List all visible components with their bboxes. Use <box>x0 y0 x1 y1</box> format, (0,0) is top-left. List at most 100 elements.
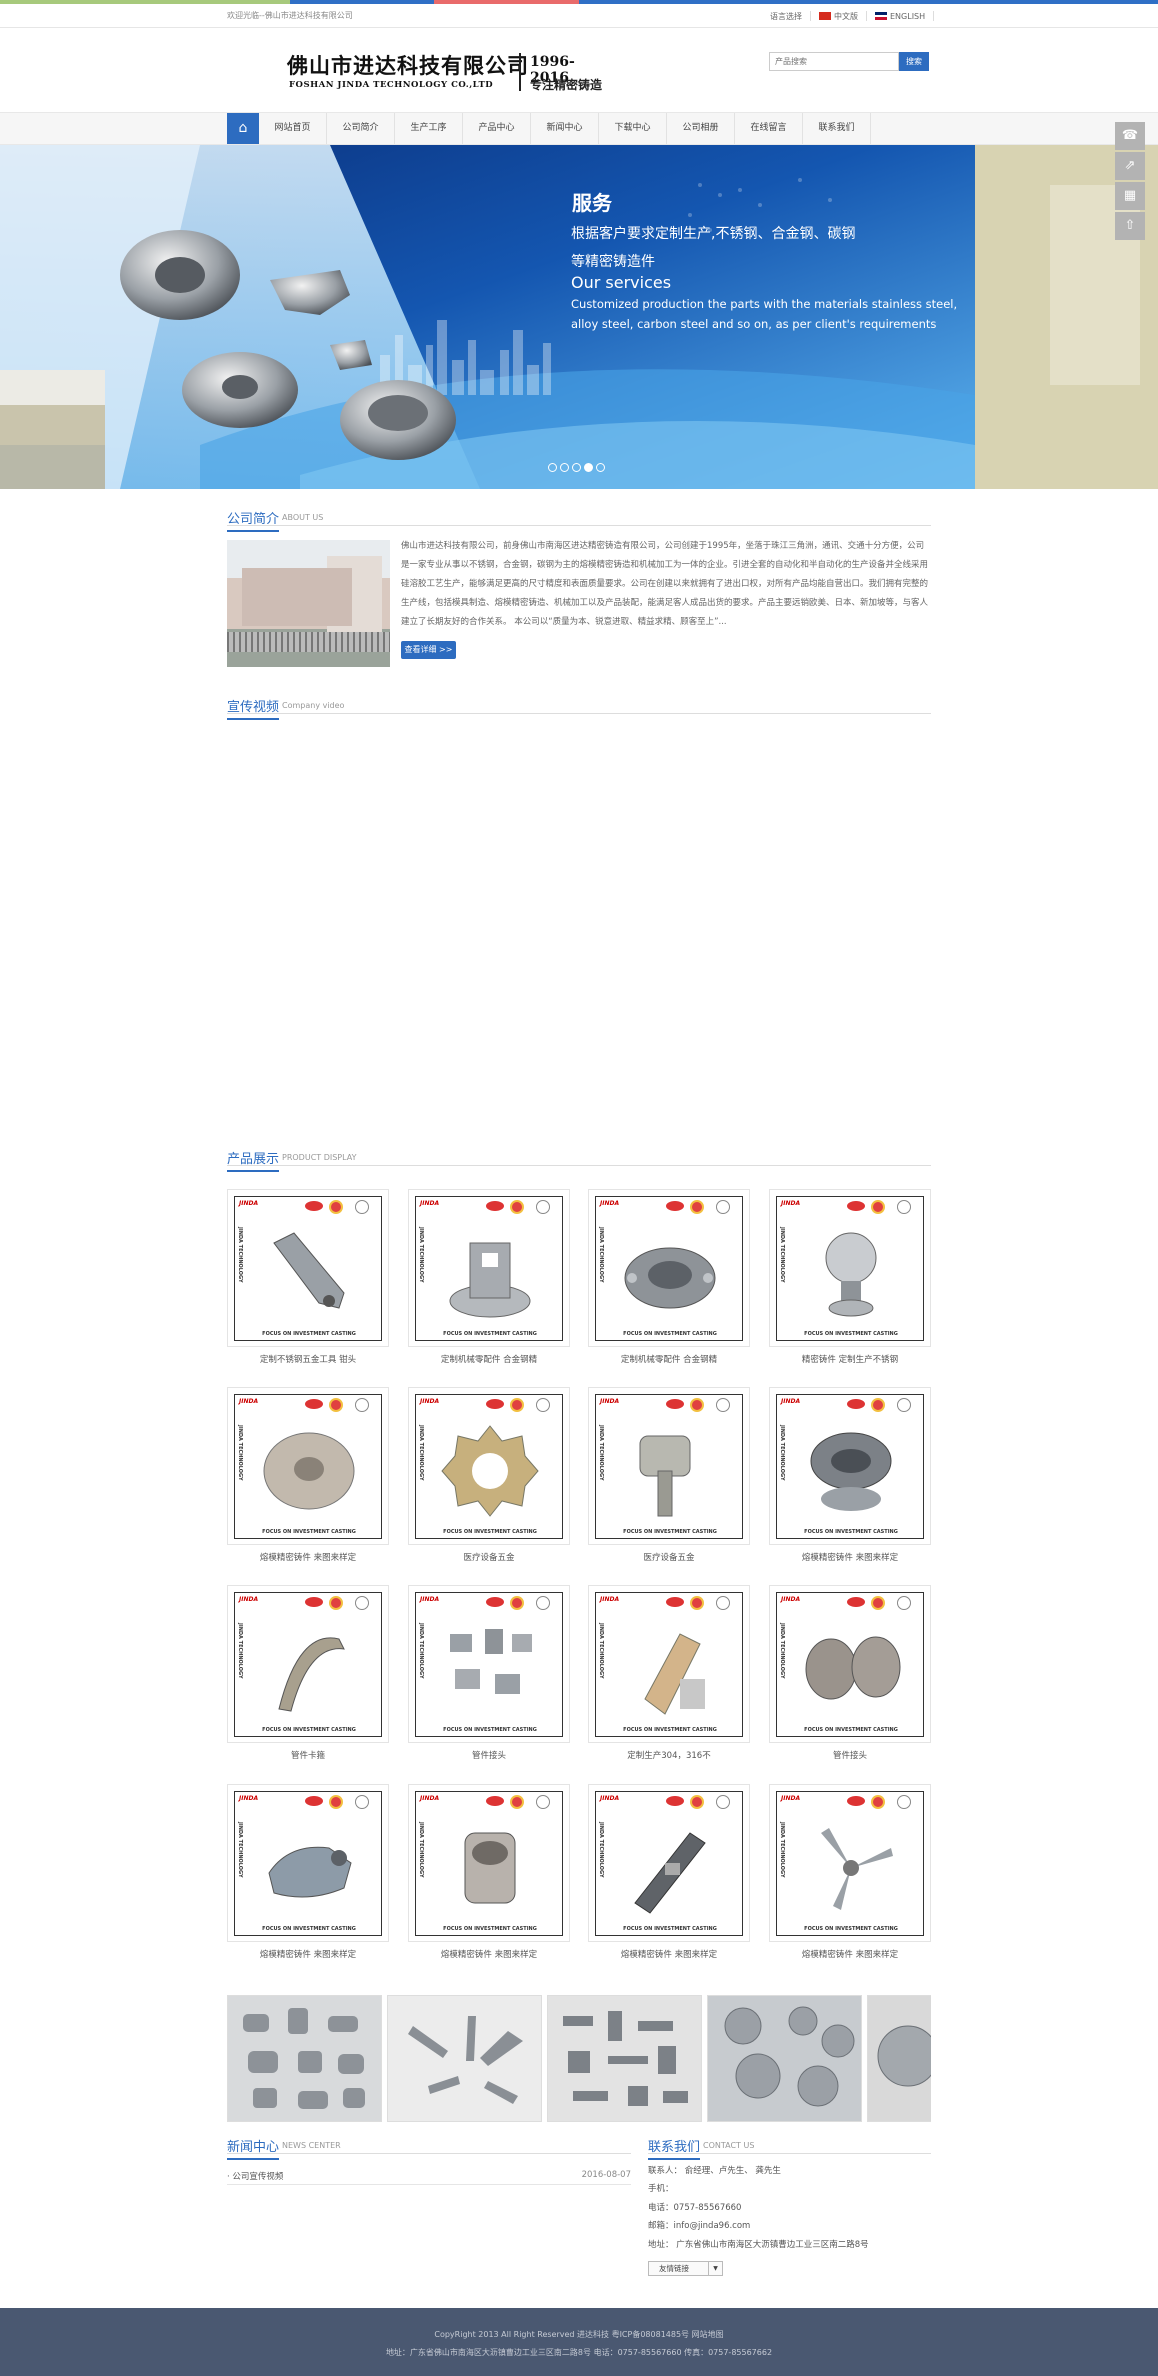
building-shape <box>242 568 352 626</box>
slider-dot[interactable] <box>584 463 593 472</box>
product-side-text: JINDA TECHNOLOGY <box>779 1822 785 1878</box>
emblem-icon <box>871 1398 885 1412</box>
slider-dot[interactable] <box>596 463 605 472</box>
logo-slogan: 专注精密铸造 <box>530 78 603 92</box>
product-card[interactable]: JINDA JINDA TECHNOLOGY FOCUS ON INVESTMENT… <box>588 1387 750 1577</box>
company-logo[interactable]: 佛山市进达科技有限公司 FOSHAN JINDA TECHNOLOGY CO.,… <box>287 50 607 100</box>
product-card[interactable]: JINDA JINDA TECHNOLOGY FOCUS ON INVESTMENT… <box>769 1387 931 1577</box>
product-caption[interactable]: 定制生产304，316不 <box>588 1749 750 1761</box>
product-caption[interactable]: 管件卡箍 <box>227 1749 389 1761</box>
product-caption[interactable]: 精密铸件 定制生产不锈钢 <box>769 1353 931 1365</box>
product-card[interactable]: JINDA JINDA TECHNOLOGY FOCUS ON INVESTMENT… <box>769 1585 931 1775</box>
product-caption[interactable]: 熔模精密铸件 来图来样定 <box>227 1551 389 1563</box>
product-side-text: JINDA TECHNOLOGY <box>598 1227 604 1283</box>
nav-item[interactable]: 公司相册 <box>667 113 735 144</box>
product-caption[interactable]: 定制机械零配件 合金钢精 <box>408 1353 570 1365</box>
news-list-item[interactable]: · 公司宣传视频 2016-08-07 <box>227 2165 631 2185</box>
product-caption[interactable]: 医疗设备五金 <box>588 1551 750 1563</box>
product-part-illustration <box>639 1435 691 1517</box>
product-side-text: JINDA TECHNOLOGY <box>598 1822 604 1878</box>
product-card[interactable]: JINDA JINDA TECHNOLOGY FOCUS ON INVESTMENT… <box>227 1585 389 1775</box>
slider-dot[interactable] <box>548 463 557 472</box>
nav-item[interactable]: 生产工序 <box>395 113 463 144</box>
product-card[interactable]: JINDA JINDA TECHNOLOGY FOCUS ON INVESTMENT… <box>588 1784 750 1974</box>
product-image: JINDA JINDA TECHNOLOGY FOCUS ON INVESTMENT… <box>776 1394 924 1539</box>
product-caption[interactable]: 熔模精密铸件 来图来样定 <box>769 1551 931 1563</box>
product-card[interactable]: JINDA JINDA TECHNOLOGY FOCUS ON INVESTMENT… <box>408 1387 570 1577</box>
product-card[interactable]: JINDA JINDA TECHNOLOGY FOCUS ON INVESTMENT… <box>227 1387 389 1577</box>
emblem-icon <box>690 1795 704 1809</box>
product-card[interactable]: JINDA JINDA TECHNOLOGY FOCUS ON INVESTMENT… <box>769 1784 931 1974</box>
slider-dot[interactable] <box>572 463 581 472</box>
product-card[interactable]: JINDA JINDA TECHNOLOGY FOCUS ON INVESTMENT… <box>227 1784 389 1974</box>
share-icon[interactable]: ⇗ <box>1115 152 1145 180</box>
product-image: JINDA JINDA TECHNOLOGY FOCUS ON INVESTMENT… <box>595 1196 743 1341</box>
nav-item[interactable]: 新闻中心 <box>531 113 599 144</box>
lang-chinese-link[interactable]: 中文版 <box>819 11 858 22</box>
nav-item[interactable]: 下载中心 <box>599 113 667 144</box>
product-card[interactable]: JINDA JINDA TECHNOLOGY FOCUS ON INVESTMENT… <box>588 1585 750 1775</box>
product-foot-text: FOCUS ON INVESTMENT CASTING <box>443 1727 537 1733</box>
nav-item[interactable]: 公司简介 <box>327 113 395 144</box>
product-card[interactable]: JINDA JINDA TECHNOLOGY FOCUS ON INVESTMENT… <box>769 1189 931 1379</box>
product-caption[interactable]: 熔模精密铸件 来图来样定 <box>588 1948 750 1960</box>
product-side-text: JINDA TECHNOLOGY <box>779 1425 785 1481</box>
product-side-text: JINDA TECHNOLOGY <box>598 1623 604 1679</box>
nav-item[interactable]: 网站首页 <box>259 113 327 144</box>
lang-english-link[interactable]: ENGLISH <box>875 12 925 21</box>
product-card[interactable]: JINDA JINDA TECHNOLOGY FOCUS ON INVESTMENT… <box>408 1585 570 1775</box>
gallery-image[interactable] <box>707 1995 862 2122</box>
product-side-text: JINDA TECHNOLOGY <box>237 1227 243 1283</box>
product-caption[interactable]: 医疗设备五金 <box>408 1551 570 1563</box>
cert-logo-icon <box>305 1399 323 1409</box>
product-card[interactable]: JINDA JINDA TECHNOLOGY FOCUS ON INVESTMENT… <box>588 1189 750 1379</box>
contact-line: 邮箱：info@jinda96.com <box>648 2221 751 2232</box>
product-card[interactable]: JINDA JINDA TECHNOLOGY FOCUS ON INVESTMENT… <box>227 1189 389 1379</box>
search-input[interactable] <box>769 52 899 71</box>
hero-banner: 服务 根据客户要求定制生产,不锈钢、合金钢、碳钢 等精密铸造件 Our serv… <box>0 145 1158 489</box>
emblem-icon <box>690 1200 704 1214</box>
nav-item[interactable]: 联系我们 <box>803 113 871 144</box>
product-image-frame: JINDA JINDA TECHNOLOGY FOCUS ON INVESTMENT… <box>588 1189 750 1347</box>
product-caption[interactable]: 熔模精密铸件 来图来样定 <box>769 1948 931 1960</box>
product-caption[interactable]: 管件接头 <box>769 1749 931 1761</box>
about-more-button[interactable]: 查看详细 >> <box>401 641 456 659</box>
headset-icon[interactable]: ☎ <box>1115 122 1145 150</box>
image-gallery-strip <box>227 1995 931 2125</box>
product-image-frame: JINDA JINDA TECHNOLOGY FOCUS ON INVESTMENT… <box>227 1784 389 1942</box>
product-foot-text: FOCUS ON INVESTMENT CASTING <box>262 1529 356 1535</box>
rocket-icon[interactable]: ⇧ <box>1115 212 1145 240</box>
gallery-image[interactable] <box>227 1995 382 2122</box>
product-caption[interactable]: 管件接头 <box>408 1749 570 1761</box>
gallery-image[interactable] <box>387 1995 542 2122</box>
cert-logo-icon <box>486 1399 504 1409</box>
seal-icon <box>355 1200 369 1214</box>
product-caption[interactable]: 定制不锈钢五金工具 钳头 <box>227 1353 389 1365</box>
product-card[interactable]: JINDA JINDA TECHNOLOGY FOCUS ON INVESTMENT… <box>408 1784 570 1974</box>
news-item-date: 2016-08-07 <box>581 2170 631 2180</box>
gallery-image[interactable] <box>547 1995 702 2122</box>
banner-title: 服务 <box>572 191 612 215</box>
product-foot-text: FOCUS ON INVESTMENT CASTING <box>443 1926 537 1932</box>
uk-flag-icon <box>875 12 887 20</box>
qrcode-icon[interactable]: ▦ <box>1115 182 1145 210</box>
footer-copyright: CopyRight 2013 All Right Reserved 进达科技 粤… <box>434 2330 724 2339</box>
friend-links-label: 友情链接 <box>659 2264 689 2273</box>
nav-item[interactable]: 产品中心 <box>463 113 531 144</box>
friend-links-select[interactable]: 友情链接 ▼ <box>648 2261 723 2276</box>
search-button[interactable]: 搜索 <box>899 52 929 71</box>
product-side-text: JINDA TECHNOLOGY <box>237 1623 243 1679</box>
product-caption[interactable]: 熔模精密铸件 来图来样定 <box>227 1948 389 1960</box>
about-section-title: 公司简介 ABOUT US <box>227 504 931 532</box>
product-brand-badge: JINDA <box>420 1398 440 1405</box>
nav-home-button[interactable]: ⌂ <box>227 113 259 144</box>
product-caption[interactable]: 定制机械零配件 合金钢精 <box>588 1353 750 1365</box>
cert-logo-icon <box>847 1399 865 1409</box>
slider-dot[interactable] <box>560 463 569 472</box>
contact-title: 联系我们 <box>648 2136 701 2160</box>
product-caption[interactable]: 熔模精密铸件 来图来样定 <box>408 1948 570 1960</box>
gallery-image[interactable] <box>867 1995 931 2122</box>
product-side-text: JINDA TECHNOLOGY <box>418 1425 424 1481</box>
nav-item[interactable]: 在线留言 <box>735 113 803 144</box>
product-card[interactable]: JINDA JINDA TECHNOLOGY FOCUS ON INVESTMENT… <box>408 1189 570 1379</box>
